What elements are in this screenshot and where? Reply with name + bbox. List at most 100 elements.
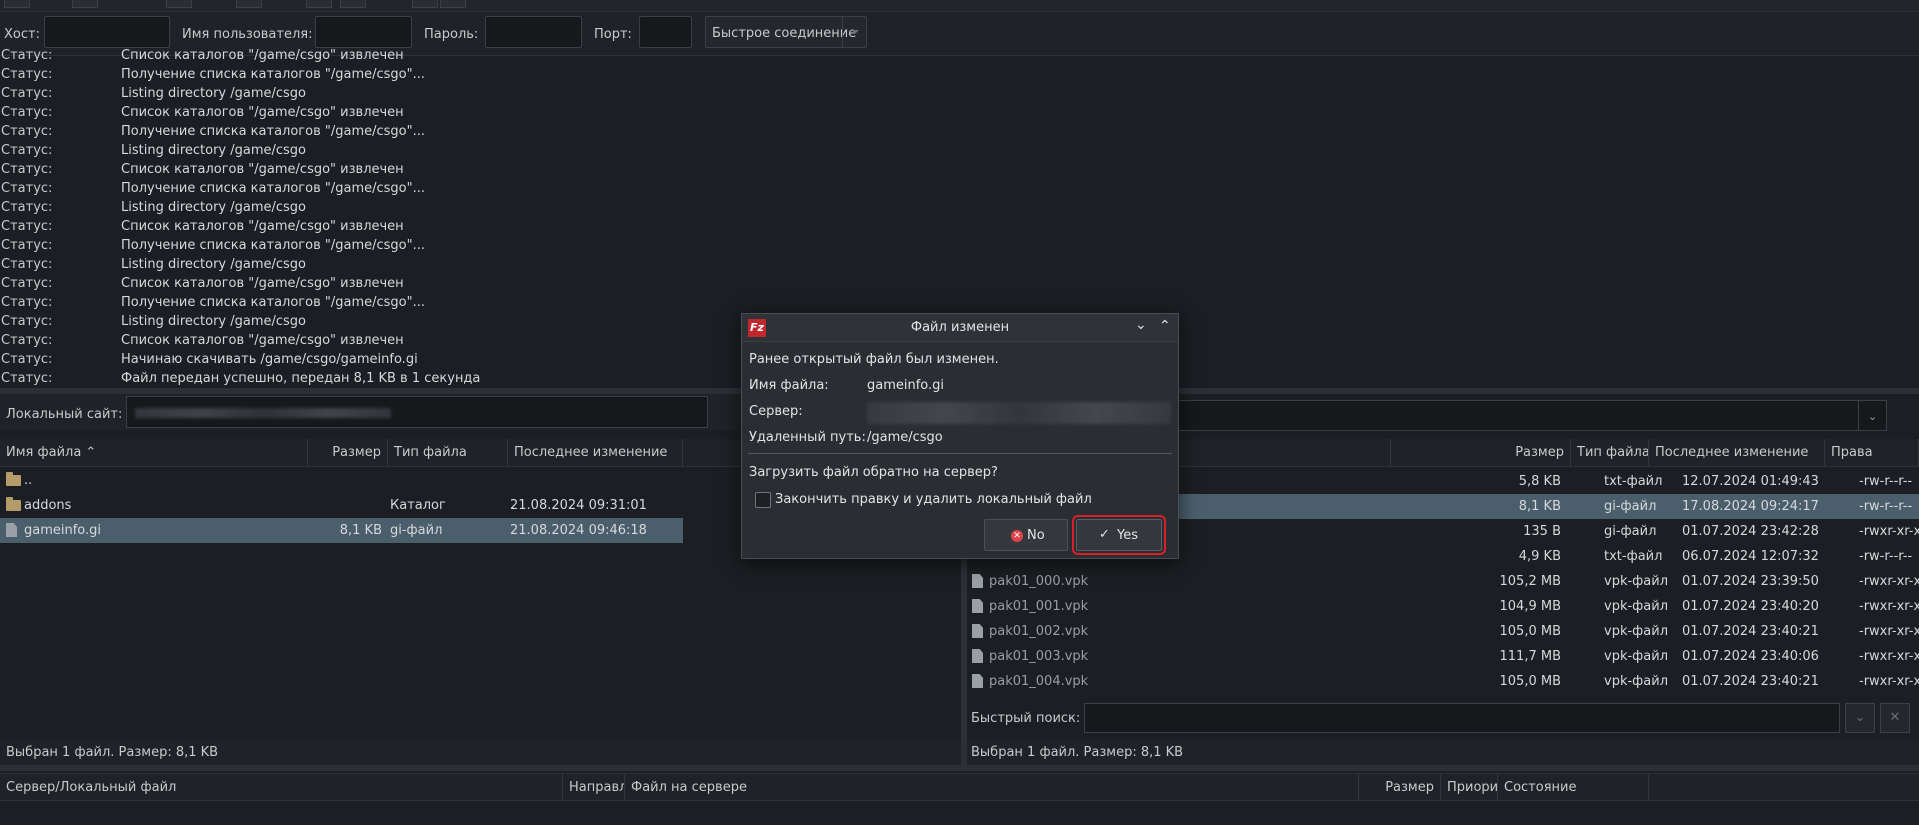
- remote-col-modified[interactable]: Последнее изменение: [1649, 439, 1825, 466]
- log-status-label: Статус:: [1, 181, 53, 196]
- toolbar-button[interactable]: [166, 0, 192, 8]
- table-row[interactable]: pak01_003.vpk 111,7 MB vpk-файл 01.07.2024 …: [967, 644, 1919, 669]
- queue-list[interactable]: [0, 801, 1919, 825]
- table-row[interactable]: pak01_000.vpk 105,2 MB vpk-файл 01.07.2024 …: [967, 569, 1919, 594]
- dialog-separator: [748, 453, 1172, 454]
- dialog-title: Файл изменен: [910, 320, 1010, 335]
- local-col-modified[interactable]: Последнее изменение: [508, 439, 683, 466]
- table-row[interactable]: gameinfo.gi 8,1 KB gi-файл 21.08.2024 09:46…: [0, 518, 683, 543]
- local-col-size[interactable]: Размер: [308, 439, 388, 466]
- toolbar-button[interactable]: [412, 0, 438, 8]
- site-manager-button[interactable]: [4, 0, 30, 8]
- cell-type: txt-файл: [1604, 549, 1663, 564]
- cell-modified: 21.08.2024 09:46:18: [510, 523, 647, 538]
- cell-modified: 01.07.2024 23:39:50: [1682, 574, 1819, 589]
- yes-button[interactable]: ✓ Yes: [1072, 515, 1166, 555]
- no-button[interactable]: ✕ No: [984, 519, 1068, 551]
- filename-label: Имя файла:: [749, 378, 829, 393]
- queue-col-priority[interactable]: Приори: [1441, 774, 1498, 801]
- cell-modified: 21.08.2024 09:31:01: [510, 498, 647, 513]
- table-row[interactable]: ..: [0, 468, 683, 493]
- cell-type: vpk-файл: [1604, 674, 1669, 689]
- chevron-down-icon[interactable]: ⌄: [1858, 401, 1886, 430]
- log-message: Список каталогов "/game/csgo" извлечен: [121, 333, 404, 348]
- remote-site-input[interactable]: ⌄: [1178, 400, 1887, 431]
- local-col-type[interactable]: Тип файла: [388, 439, 508, 466]
- host-input[interactable]: [44, 16, 170, 48]
- queue-col-remote-file[interactable]: Файл на сервере: [625, 774, 1359, 801]
- cell-perms: -rwxr-xr-x: [1859, 574, 1919, 589]
- toolbar-button[interactable]: [236, 0, 262, 8]
- log-status-label: Статус:: [1, 124, 53, 139]
- quickconnect-button[interactable]: Быстрое соединение: [705, 16, 867, 48]
- chevron-down-icon[interactable]: [842, 17, 866, 47]
- log-entry: Статус: Список каталогов "/game/csgo" изв…: [0, 48, 1919, 67]
- close-search-button[interactable]: ✕: [1880, 703, 1910, 733]
- cell-type: vpk-файл: [1604, 649, 1669, 664]
- queue-col-state[interactable]: Состояние: [1498, 774, 1649, 801]
- local-status: Выбран 1 файл. Размер: 8,1 KB: [0, 741, 961, 765]
- log-message: Список каталогов "/game/csgo" извлечен: [121, 105, 404, 120]
- search-options-button[interactable]: ⌄: [1845, 703, 1875, 733]
- quick-search-input[interactable]: [1084, 703, 1840, 733]
- log-status-label: Статус:: [1, 371, 53, 386]
- log-message: Получение списка каталогов "/game/csgo".…: [121, 124, 426, 139]
- table-row[interactable]: pak01_004.vpk 105,0 MB vpk-файл 01.07.2024 …: [967, 669, 1919, 694]
- no-button-label: No: [1027, 528, 1045, 543]
- remote-col-size[interactable]: Размер: [1391, 439, 1571, 466]
- remote-col-type[interactable]: Тип файла: [1571, 439, 1649, 466]
- log-status-label: Статус:: [1, 295, 53, 310]
- log-status-label: Статус:: [1, 276, 53, 291]
- cell-size: 105,0 MB: [1499, 624, 1561, 639]
- toolbar-button[interactable]: [340, 0, 366, 8]
- cell-perms: -rwxr-xr-x: [1859, 599, 1919, 614]
- log-message: Получение списка каталогов "/game/csgo".…: [121, 181, 426, 196]
- local-col-name[interactable]: Имя файла ⌃: [0, 439, 308, 466]
- username-input[interactable]: [315, 16, 412, 48]
- finish-editing-label[interactable]: Закончить правку и удалить локальный фай…: [775, 492, 1092, 507]
- toolbar-button[interactable]: [440, 0, 466, 8]
- splitter[interactable]: [0, 765, 1919, 771]
- queue-header: Сервер/Локальный файл Направл Файл на се…: [0, 773, 1919, 801]
- port-input[interactable]: [639, 16, 692, 48]
- local-site-input[interactable]: [126, 396, 708, 428]
- folder-icon: [6, 472, 21, 486]
- remote-path-value: /game/csgo: [867, 430, 943, 445]
- cell-type: gi-файл: [1604, 524, 1657, 539]
- cell-modified: 01.07.2024 23:40:21: [1682, 624, 1819, 639]
- file-icon: [972, 574, 983, 588]
- toolbar-button[interactable]: [306, 0, 332, 8]
- username-label: Имя пользователя:: [182, 27, 313, 42]
- queue-col-server-local[interactable]: Сервер/Локальный файл: [0, 774, 563, 801]
- table-row[interactable]: addons Каталог 21.08.2024 09:31:01: [0, 493, 683, 518]
- file-icon: [972, 649, 983, 663]
- log-status-label: Статус:: [1, 219, 53, 234]
- minimize-icon[interactable]: ⌄: [1135, 317, 1147, 333]
- cell-size: 111,7 MB: [1499, 649, 1561, 664]
- log-message: Файл передан успешно, передан 8,1 KB в 1…: [121, 371, 481, 386]
- log-entry: Статус: Получение списка каталогов "/game…: [0, 181, 1919, 200]
- cell-name: pak01_002.vpk: [989, 624, 1089, 639]
- remote-col-perms[interactable]: Права: [1825, 439, 1919, 466]
- folder-icon: [6, 497, 21, 511]
- cell-size: 135 B: [1523, 524, 1561, 539]
- queue-col-direction[interactable]: Направл: [563, 774, 625, 801]
- queue-col-size[interactable]: Размер: [1359, 774, 1441, 801]
- toolbar-button[interactable]: [72, 0, 98, 8]
- toolbar: [0, 0, 1919, 12]
- log-status-label: Статус:: [1, 333, 53, 348]
- filename-value: gameinfo.gi: [867, 378, 945, 393]
- password-input[interactable]: [485, 16, 582, 48]
- maximize-icon[interactable]: ⌃: [1159, 318, 1171, 334]
- table-row[interactable]: pak01_002.vpk 105,0 MB vpk-файл 01.07.2024 …: [967, 619, 1919, 644]
- log-status-label: Статус:: [1, 162, 53, 177]
- log-message: Listing directory /game/csgo: [121, 86, 307, 101]
- cell-name: ..: [24, 473, 33, 488]
- log-message: Начинаю скачивать /game/csgo/gameinfo.gi: [121, 352, 418, 367]
- cell-type: gi-файл: [390, 523, 443, 538]
- finish-editing-checkbox[interactable]: [755, 492, 771, 508]
- log-entry: Статус: Получение списка каталогов "/game…: [0, 238, 1919, 257]
- cell-modified: 17.08.2024 09:24:17: [1682, 499, 1819, 514]
- table-row[interactable]: pak01_001.vpk 104,9 MB vpk-файл 01.07.2024 …: [967, 594, 1919, 619]
- cell-perms: -rw-r--r--: [1859, 499, 1913, 514]
